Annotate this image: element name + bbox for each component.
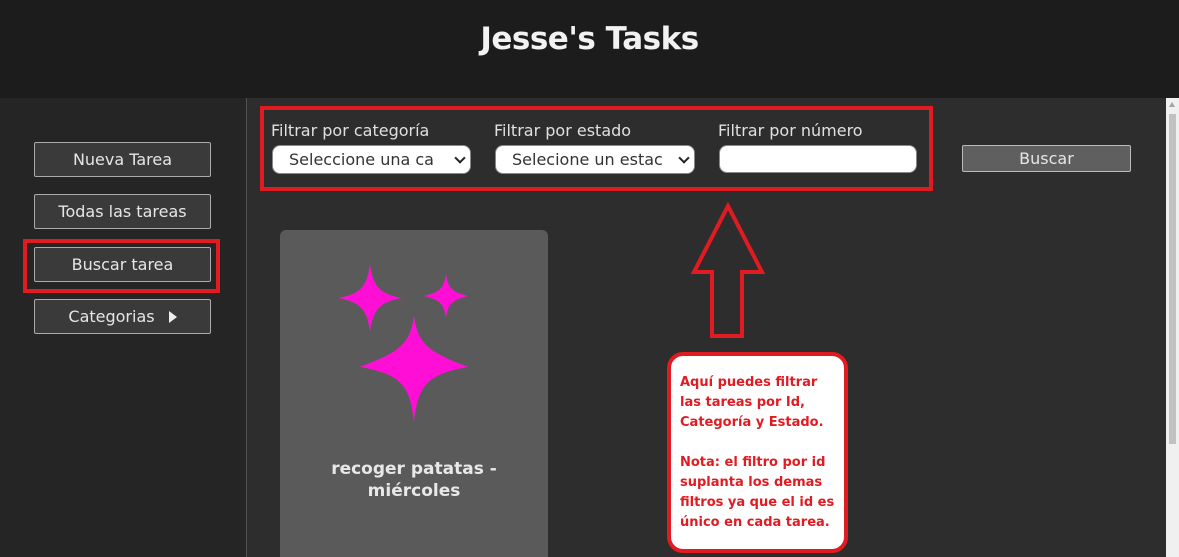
scroll-thumb[interactable] [1169,114,1176,444]
search-button-label: Buscar [1019,149,1074,168]
app-header: Jesse's Tasks [0,0,1179,98]
all-tasks-button[interactable]: Todas las tareas [34,194,211,229]
all-tasks-label: Todas las tareas [58,202,187,221]
categories-button[interactable]: Categorias [34,299,211,334]
annotation-note: Aquí puedes filtrar las tareas por Id, C… [667,352,848,553]
highlight-filters [260,106,933,191]
new-task-button[interactable]: Nueva Tarea [34,142,211,177]
categories-label: Categorias [68,307,155,326]
annotation-text-2: Nota: el filtro por id suplanta los dema… [680,455,835,530]
task-card[interactable]: recoger patatas - miércoles [280,230,548,557]
arrow-up-annotation [690,202,766,338]
search-button[interactable]: Buscar [962,145,1131,172]
annotation-text-1: Aquí puedes filtrar las tareas por Id, C… [680,375,824,430]
highlight-search-task [23,239,220,293]
scroll-up-icon[interactable] [1169,102,1175,107]
vertical-scrollbar[interactable] [1166,98,1179,557]
new-task-label: Nueva Tarea [72,150,173,169]
app-title: Jesse's Tasks [480,21,699,57]
caret-right-icon [168,310,177,323]
sparkles-icon [338,264,468,422]
task-title: recoger patatas - miércoles [331,459,497,501]
